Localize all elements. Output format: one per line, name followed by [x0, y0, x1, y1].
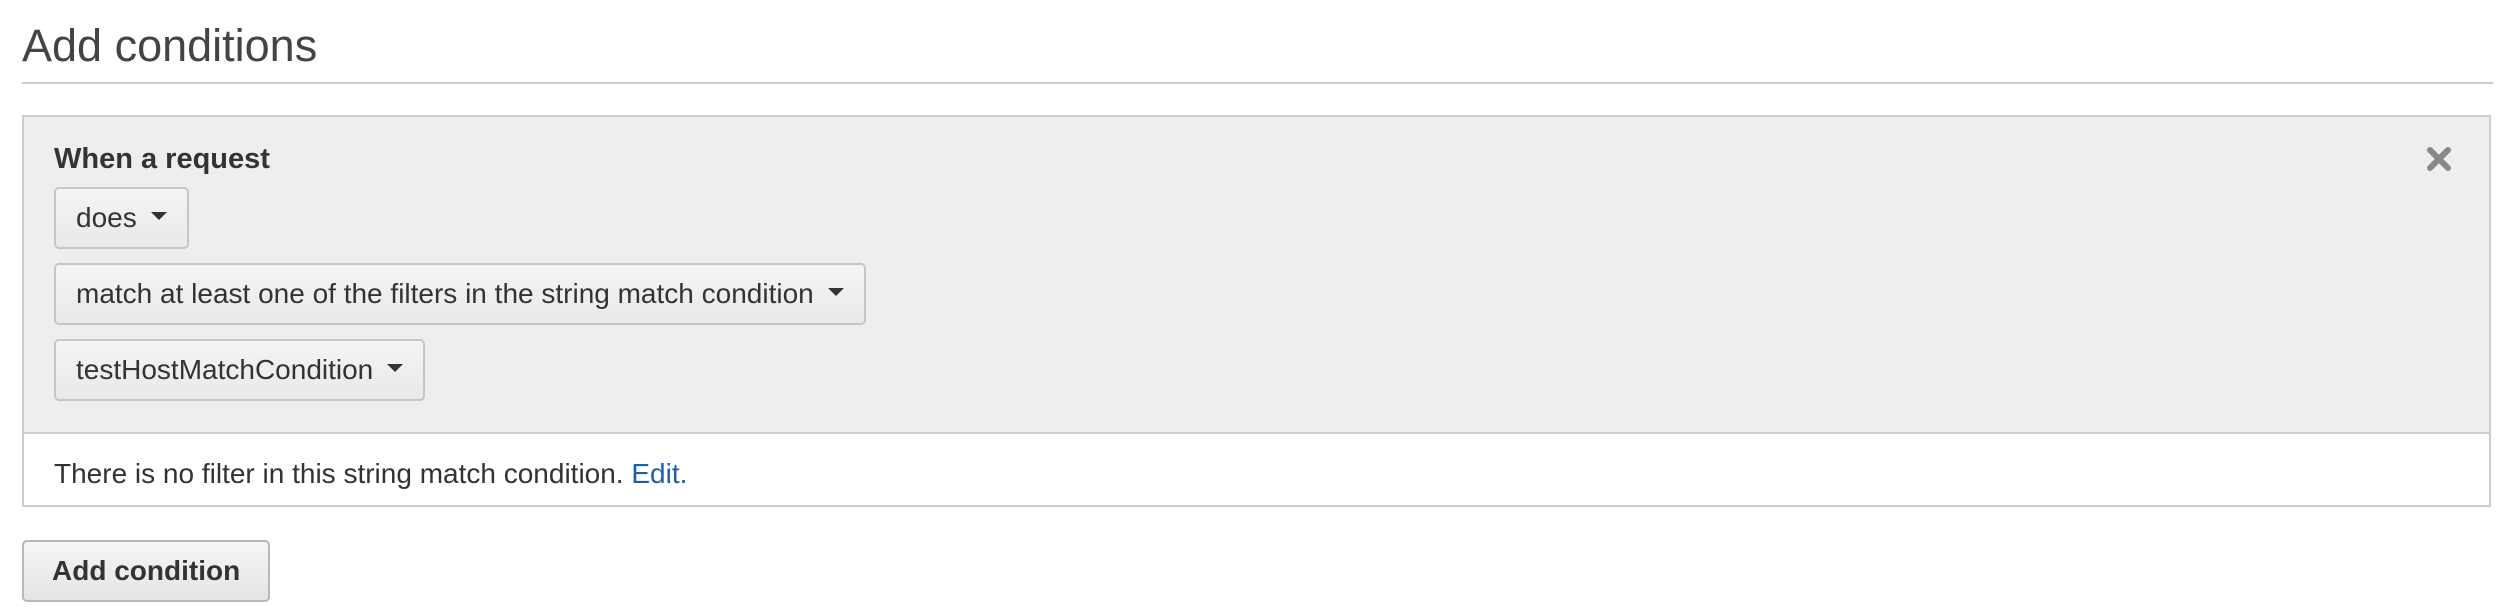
edit-link[interactable]: Edit. [631, 458, 687, 489]
caret-down-icon [387, 364, 404, 372]
dropdown-value: testHostMatchCondition [76, 354, 374, 385]
filter-note-text: There is no filter in this string match … [54, 458, 632, 489]
dropdown-value: match at least one of the filters in the… [76, 278, 814, 309]
close-icon [2427, 147, 2451, 171]
request-match-operator-select[interactable]: does [54, 187, 189, 249]
caret-down-icon [827, 288, 844, 296]
dropdown-value: does [76, 202, 137, 233]
match-type-select[interactable]: match at least one of the filters in the… [54, 263, 866, 325]
section-title: Add conditions [22, 20, 318, 71]
title-divider [22, 82, 2493, 84]
caret-down-icon [150, 212, 167, 220]
condition-panel: When a request does match at least one o… [22, 115, 2491, 507]
condition-header: When a request does match at least one o… [24, 117, 2489, 434]
remove-condition-button[interactable] [2421, 141, 2457, 177]
string-match-condition-select[interactable]: testHostMatchCondition [54, 339, 426, 401]
condition-label: When a request [54, 143, 270, 175]
filter-note: There is no filter in this string match … [54, 454, 687, 494]
page: Add conditions When a request does match… [0, 0, 2516, 614]
add-condition-button[interactable]: Add condition [22, 540, 271, 602]
